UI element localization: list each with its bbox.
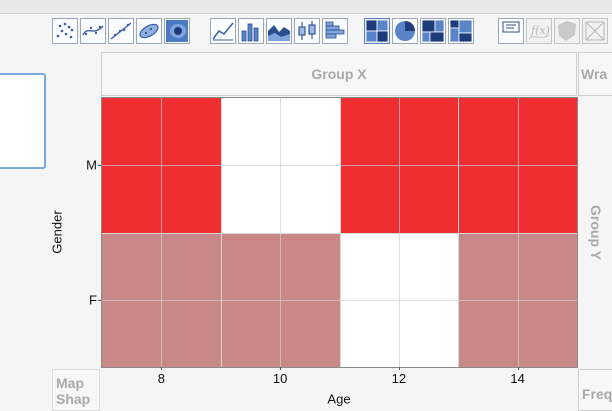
pie-icon[interactable] [392, 18, 418, 44]
group-y-label: Group Y [588, 204, 604, 260]
map-label: Map [56, 375, 84, 391]
points-icon[interactable] [52, 18, 78, 44]
group-x-drop-zone[interactable]: Group X [101, 52, 577, 96]
map-shape-drop-zone[interactable]: Map Shap [52, 369, 100, 411]
group-y-drop-zone[interactable]: Group Y [580, 96, 612, 368]
svg-text:f(x): f(x) [530, 24, 550, 37]
x-tick-mark [517, 367, 519, 370]
element-toolbar: f(x) [52, 16, 612, 46]
cell-boundary [102, 232, 577, 234]
freq-label: Freq [582, 386, 612, 402]
map-shape-icon[interactable] [554, 18, 580, 44]
x-axis-title[interactable]: Age [327, 392, 350, 407]
heatmap-icon[interactable] [364, 18, 390, 44]
y-tick-mark [98, 165, 101, 167]
x-tick-label: 8 [157, 371, 165, 386]
y-tick-mark [98, 299, 101, 301]
treemap-icon[interactable] [420, 18, 446, 44]
area-icon[interactable] [266, 18, 292, 44]
bar-icon[interactable] [238, 18, 264, 44]
x-tick-mark [398, 367, 400, 370]
heatmap-plot-area[interactable] [101, 97, 578, 368]
close-icon[interactable] [582, 18, 608, 44]
top-strip [0, 0, 612, 14]
y-axis-title[interactable]: Gender [50, 210, 65, 253]
smoother-icon[interactable] [80, 18, 106, 44]
ellipse-icon[interactable] [136, 18, 162, 44]
x-tick-mark [161, 367, 163, 370]
wrap-drop-zone[interactable]: Wra [578, 52, 612, 96]
wrap-label: Wra [581, 66, 608, 82]
x-tick-label: 12 [391, 371, 407, 386]
column-list-panel[interactable] [0, 73, 46, 169]
y-tick-label: M [86, 157, 97, 173]
graph-builder-window: f(x) Group X Wra Group Y Map Shap Freq G… [0, 0, 612, 411]
caption-box-icon[interactable] [498, 18, 524, 44]
line-of-fit-icon[interactable] [108, 18, 134, 44]
box-plot-icon[interactable] [294, 18, 320, 44]
histogram-icon[interactable] [322, 18, 348, 44]
x-tick-mark [280, 367, 282, 370]
x-tick-label: 14 [510, 371, 525, 386]
mosaic-icon[interactable] [448, 18, 474, 44]
formula-icon[interactable]: f(x) [526, 18, 552, 44]
line-icon[interactable] [210, 18, 236, 44]
shape-label: Shap [56, 391, 91, 407]
x-tick-label: 10 [272, 371, 288, 386]
contour-icon[interactable] [164, 18, 190, 44]
group-x-label: Group X [311, 66, 367, 82]
freq-drop-zone[interactable]: Freq [578, 369, 612, 411]
y-tick-label: F [89, 292, 97, 308]
